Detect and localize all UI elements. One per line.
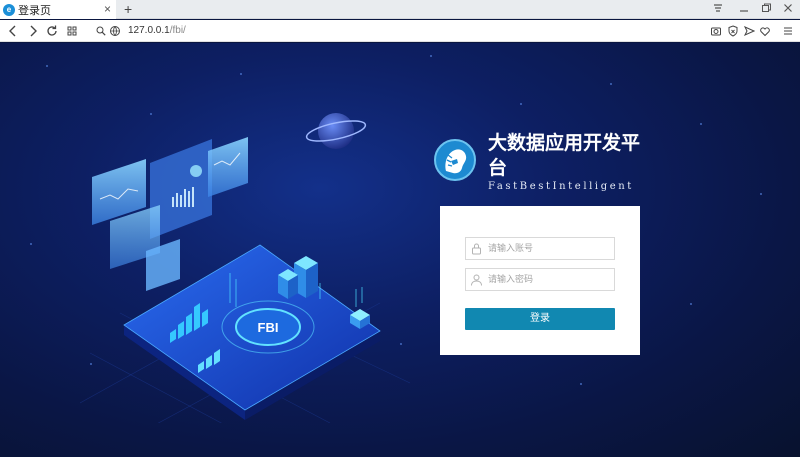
- username-placeholder: 请输入账号: [488, 243, 534, 253]
- login-page: FBI 大数据应用开发平台 FastBestIntelligent 请输入账号 …: [0, 43, 800, 457]
- url-host: 127.0.0.1: [128, 25, 170, 36]
- browser-nav-bar: 127.0.0.1/fbi/: [0, 20, 800, 42]
- url-path: /fbi/: [169, 25, 186, 36]
- brand-subtitle: FastBestIntelligent: [488, 181, 634, 192]
- lion-logo-icon: [434, 139, 476, 181]
- browser-tab-bar: e 登录页 × +: [0, 0, 800, 19]
- new-tab-button[interactable]: +: [124, 0, 132, 18]
- send-icon[interactable]: [743, 23, 756, 43]
- restore-icon[interactable]: [760, 2, 772, 18]
- planet-icon: [305, 113, 367, 149]
- favorite-heart-icon[interactable]: [759, 23, 771, 43]
- username-field[interactable]: 请输入账号: [465, 237, 615, 260]
- login-form: 请输入账号 请输入密码 登录: [440, 206, 640, 355]
- brand-block: 大数据应用开发平台 FastBestIntelligent: [434, 131, 649, 192]
- apps-grid-icon[interactable]: [66, 23, 78, 43]
- tab-list-icon[interactable]: [712, 2, 724, 18]
- minimize-icon[interactable]: [738, 2, 750, 18]
- reload-icon[interactable]: [46, 23, 58, 43]
- menu-icon[interactable]: [782, 23, 794, 43]
- user-icon: [470, 273, 483, 286]
- tab-title: 登录页: [18, 4, 51, 17]
- center-label: FBI: [258, 320, 279, 335]
- search-icon[interactable]: [95, 23, 107, 43]
- favicon-icon: e: [3, 3, 15, 16]
- tab-close-icon[interactable]: ×: [104, 2, 111, 16]
- password-field[interactable]: 请输入密码: [465, 268, 615, 291]
- shield-icon[interactable]: [727, 23, 739, 43]
- forward-icon[interactable]: [27, 23, 39, 43]
- address-bar[interactable]: 127.0.0.1/fbi/: [128, 23, 186, 39]
- camera-icon[interactable]: [710, 23, 722, 43]
- data-platform-illustration: FBI: [80, 113, 410, 423]
- password-placeholder: 请输入密码: [488, 274, 534, 284]
- close-window-icon[interactable]: [782, 2, 794, 18]
- login-button[interactable]: 登录: [465, 308, 615, 330]
- back-icon[interactable]: [7, 23, 19, 43]
- lock-icon: [470, 242, 483, 255]
- globe-icon: [109, 23, 121, 43]
- browser-tab[interactable]: e 登录页 ×: [0, 0, 116, 19]
- brand-title: 大数据应用开发平台: [488, 133, 641, 179]
